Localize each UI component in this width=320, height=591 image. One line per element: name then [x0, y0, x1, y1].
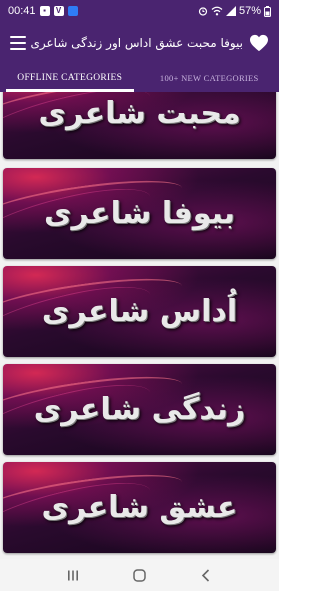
- category-card-zindagi[interactable]: زندگی شاعری: [3, 364, 276, 455]
- hamburger-menu-icon[interactable]: [10, 36, 26, 50]
- blue-app-icon: [67, 6, 78, 16]
- category-card-mohabbat[interactable]: محبت شاعری: [3, 92, 276, 159]
- category-card-bewafa[interactable]: بیوفا شاعری: [3, 168, 276, 259]
- battery-level: 57%: [238, 5, 261, 17]
- category-list[interactable]: محبت شاعری بیوفا شاعری اُداس شاعری زندگی…: [0, 92, 279, 559]
- category-card-ishq[interactable]: عشق شاعری: [3, 462, 276, 553]
- wifi-icon: [211, 6, 223, 16]
- system-nav-bar: [0, 559, 279, 591]
- recent-apps-icon[interactable]: [63, 567, 83, 583]
- status-bar: 00:41 ▪ V 57%: [0, 0, 279, 22]
- back-icon[interactable]: [196, 567, 216, 583]
- tab-bar: OFFLINE CATEGORIES 100+ NEW CATEGORIES: [0, 64, 279, 92]
- category-label: عشق شاعری: [41, 490, 238, 525]
- alarm-icon: [198, 7, 208, 16]
- battery-icon: [264, 5, 271, 17]
- category-label: محبت شاعری: [38, 96, 241, 131]
- app-bar: بیوفا محبت عشق اداس اور زندگی شاعری: [0, 22, 279, 64]
- v-app-icon: V: [53, 6, 64, 16]
- category-card-udaas[interactable]: اُداس شاعری: [3, 266, 276, 357]
- tab-new-categories[interactable]: 100+ NEW CATEGORIES: [140, 64, 280, 92]
- status-time: 00:41: [8, 5, 36, 17]
- category-label: اُداس شاعری: [41, 294, 238, 329]
- home-icon[interactable]: [129, 567, 149, 583]
- signal-icon: [225, 6, 236, 16]
- category-label: بیوفا شاعری: [43, 196, 236, 231]
- heart-icon[interactable]: [249, 34, 269, 52]
- app-title: بیوفا محبت عشق اداس اور زندگی شاعری: [30, 36, 243, 50]
- tab-offline-categories[interactable]: OFFLINE CATEGORIES: [0, 64, 140, 92]
- image-icon: ▪: [39, 6, 50, 16]
- category-label: زندگی شاعری: [33, 392, 246, 427]
